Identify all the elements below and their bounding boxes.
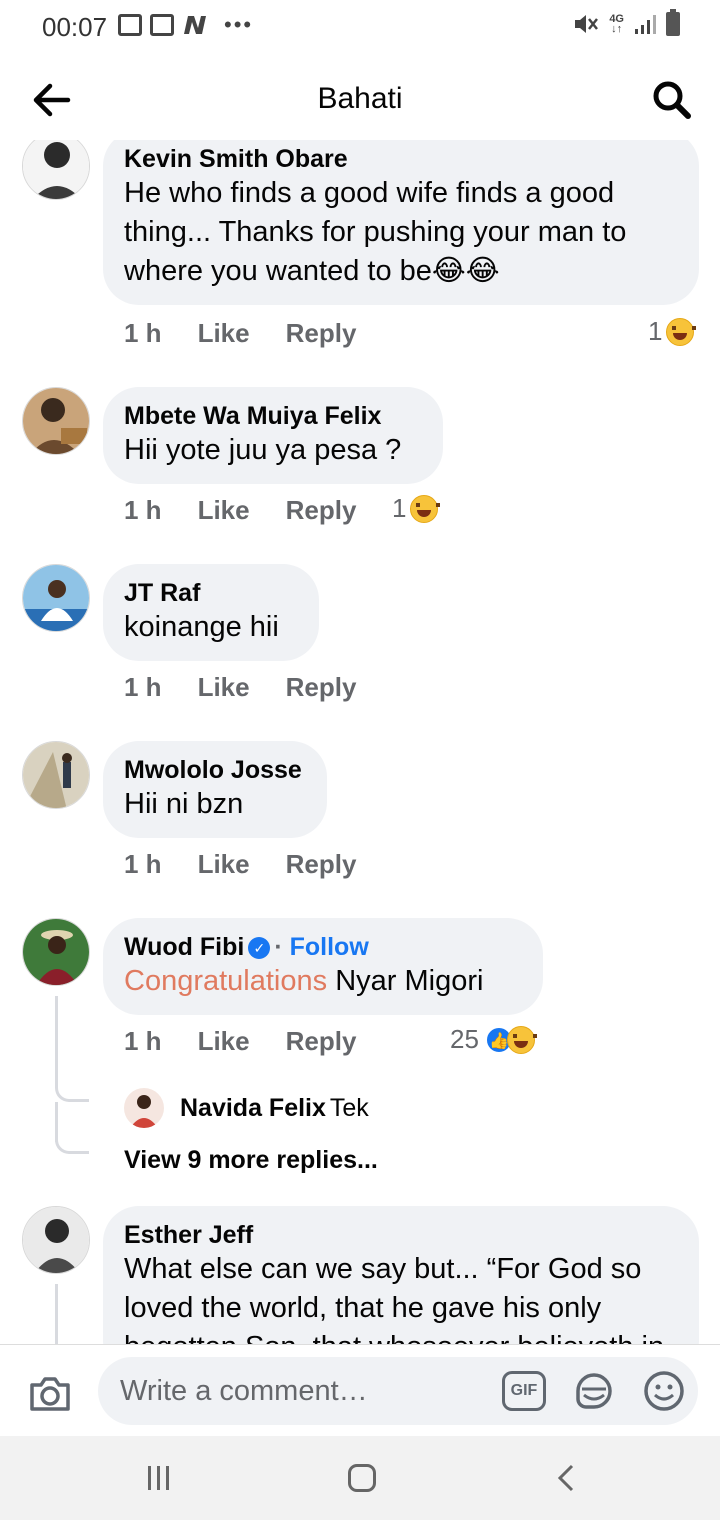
- like-button[interactable]: Like: [198, 849, 250, 880]
- comment-text: What else can we say but... “For God so …: [124, 1253, 664, 1344]
- comment-author[interactable]: Kevin Smith Obare: [124, 144, 677, 174]
- like-button[interactable]: Like: [198, 1026, 250, 1057]
- haha-emoji-icon: [410, 494, 441, 523]
- comment-author[interactable]: JT Raf: [124, 578, 297, 608]
- like-button[interactable]: Like: [198, 318, 250, 349]
- reaction-summary[interactable]: 1: [392, 493, 441, 524]
- comment-text-rest: Nyar Migori: [327, 965, 484, 997]
- haha-emoji-icon: [666, 317, 697, 346]
- recent-apps-icon[interactable]: [148, 1466, 176, 1490]
- verified-badge-icon: ✓: [248, 937, 271, 960]
- comment-time: 1 h: [124, 318, 162, 348]
- comment-actions: 1 h Like Reply: [124, 318, 392, 349]
- reply-button[interactable]: Reply: [286, 318, 357, 349]
- comment-text: Hii ni bzn: [124, 788, 244, 820]
- sticker-icon[interactable]: [572, 1369, 616, 1413]
- reply-preview[interactable]: Navida Felix Tek: [180, 1094, 369, 1123]
- separator-dot: ·: [274, 933, 283, 961]
- comment-time: 1 h: [124, 1026, 162, 1056]
- comment-bubble[interactable]: Esther Jeff What else can we say but... …: [103, 1206, 699, 1344]
- comment-author[interactable]: Mwololo Josse: [124, 755, 305, 785]
- reply-button[interactable]: Reply: [286, 672, 357, 703]
- thread-line: [55, 996, 58, 1076]
- reply-author: Navida Felix: [180, 1094, 326, 1122]
- comment-author[interactable]: Mbete Wa Muiya Felix: [124, 401, 421, 431]
- search-icon[interactable]: [650, 78, 692, 120]
- n-notification-icon: [184, 16, 206, 34]
- home-icon[interactable]: [348, 1464, 376, 1492]
- status-time: 00:07: [42, 12, 108, 42]
- like-button[interactable]: Like: [198, 495, 250, 526]
- signal-icon: [635, 15, 656, 34]
- avatar[interactable]: [22, 140, 90, 200]
- comment-actions: 1 h Like Reply: [124, 849, 392, 880]
- comment-text: koinange hii: [124, 611, 279, 643]
- comment-time: 1 h: [124, 672, 162, 702]
- like-button[interactable]: Like: [198, 672, 250, 703]
- gallery-notification-icon: [150, 14, 174, 36]
- comment-text: Hii yote juu ya pesa ?: [124, 434, 402, 466]
- comment-author[interactable]: Esther Jeff: [124, 1220, 677, 1250]
- battery-icon: [666, 9, 680, 36]
- avatar[interactable]: [22, 918, 90, 986]
- status-bar: 00:07 ••• 4G ↓↑: [0, 0, 720, 56]
- comment-actions: 1 h Like Reply: [124, 1026, 392, 1057]
- nav-back-icon[interactable]: [556, 1464, 576, 1492]
- camera-icon[interactable]: [28, 1373, 72, 1413]
- avatar[interactable]: [22, 387, 90, 455]
- reaction-count: 1: [392, 493, 407, 523]
- comment-text: Congratulations Nyar Migori: [124, 962, 521, 1001]
- avatar[interactable]: [22, 564, 90, 632]
- comment-bubble[interactable]: Mbete Wa Muiya Felix Hii yote juu ya pes…: [103, 387, 443, 484]
- thread-branch: [55, 1076, 89, 1102]
- system-navigation-bar: [0, 1436, 720, 1520]
- page-header: Bahati: [0, 60, 720, 140]
- thread-branch: [55, 1128, 89, 1154]
- comments-list: Kevin Smith Obare He who finds a good wi…: [0, 140, 720, 1344]
- comment-time: 1 h: [124, 495, 162, 525]
- gif-icon[interactable]: GIF: [502, 1371, 546, 1411]
- system-icons: 4G ↓↑: [573, 9, 680, 36]
- comment-bubble[interactable]: Mwololo Josse Hii ni bzn: [103, 741, 327, 838]
- reaction-summary[interactable]: 25 👍: [450, 1024, 537, 1055]
- comment-text-highlight: Congratulations: [124, 965, 328, 997]
- network-type: 4G ↓↑: [609, 13, 624, 35]
- notification-icons: •••: [118, 14, 253, 36]
- comment-text: He who finds a good wife finds a good th…: [124, 177, 627, 287]
- comment-actions: 1 h Like Reply: [124, 495, 392, 526]
- view-more-replies-link[interactable]: View 9 more replies...: [124, 1146, 378, 1175]
- haha-emoji-icon: [506, 1025, 537, 1054]
- reply-button[interactable]: Reply: [286, 849, 357, 880]
- comment-composer: GIF: [0, 1344, 720, 1436]
- reaction-count: 1: [648, 316, 663, 346]
- app-notification-icon: [118, 14, 142, 36]
- emoji-icon[interactable]: [642, 1369, 686, 1413]
- thread-line: [55, 1284, 58, 1344]
- reaction-summary[interactable]: 1: [648, 316, 697, 347]
- avatar[interactable]: [22, 1206, 90, 1274]
- comment-time: 1 h: [124, 849, 162, 879]
- comment-bubble[interactable]: Wuod Fibi ✓ · Follow Congratulations Nyar …: [103, 918, 543, 1015]
- reply-button[interactable]: Reply: [286, 495, 357, 526]
- comment-bubble[interactable]: JT Raf koinange hii: [103, 564, 319, 661]
- reply-text: Tek: [329, 1094, 369, 1122]
- comment-bubble[interactable]: Kevin Smith Obare He who finds a good wi…: [103, 140, 699, 305]
- comment-actions: 1 h Like Reply: [124, 672, 392, 703]
- comment-author-row: Wuod Fibi ✓ · Follow: [124, 932, 521, 962]
- avatar[interactable]: [22, 741, 90, 809]
- page-title: Bahati: [317, 82, 403, 115]
- follow-button[interactable]: Follow: [290, 933, 369, 961]
- mute-icon: [575, 15, 599, 33]
- more-notifications-icon: •••: [224, 12, 254, 37]
- reply-button[interactable]: Reply: [286, 1026, 357, 1057]
- comment-author[interactable]: Wuod Fibi: [124, 933, 244, 961]
- reply-avatar[interactable]: [124, 1088, 164, 1128]
- reaction-count: 25: [450, 1024, 479, 1054]
